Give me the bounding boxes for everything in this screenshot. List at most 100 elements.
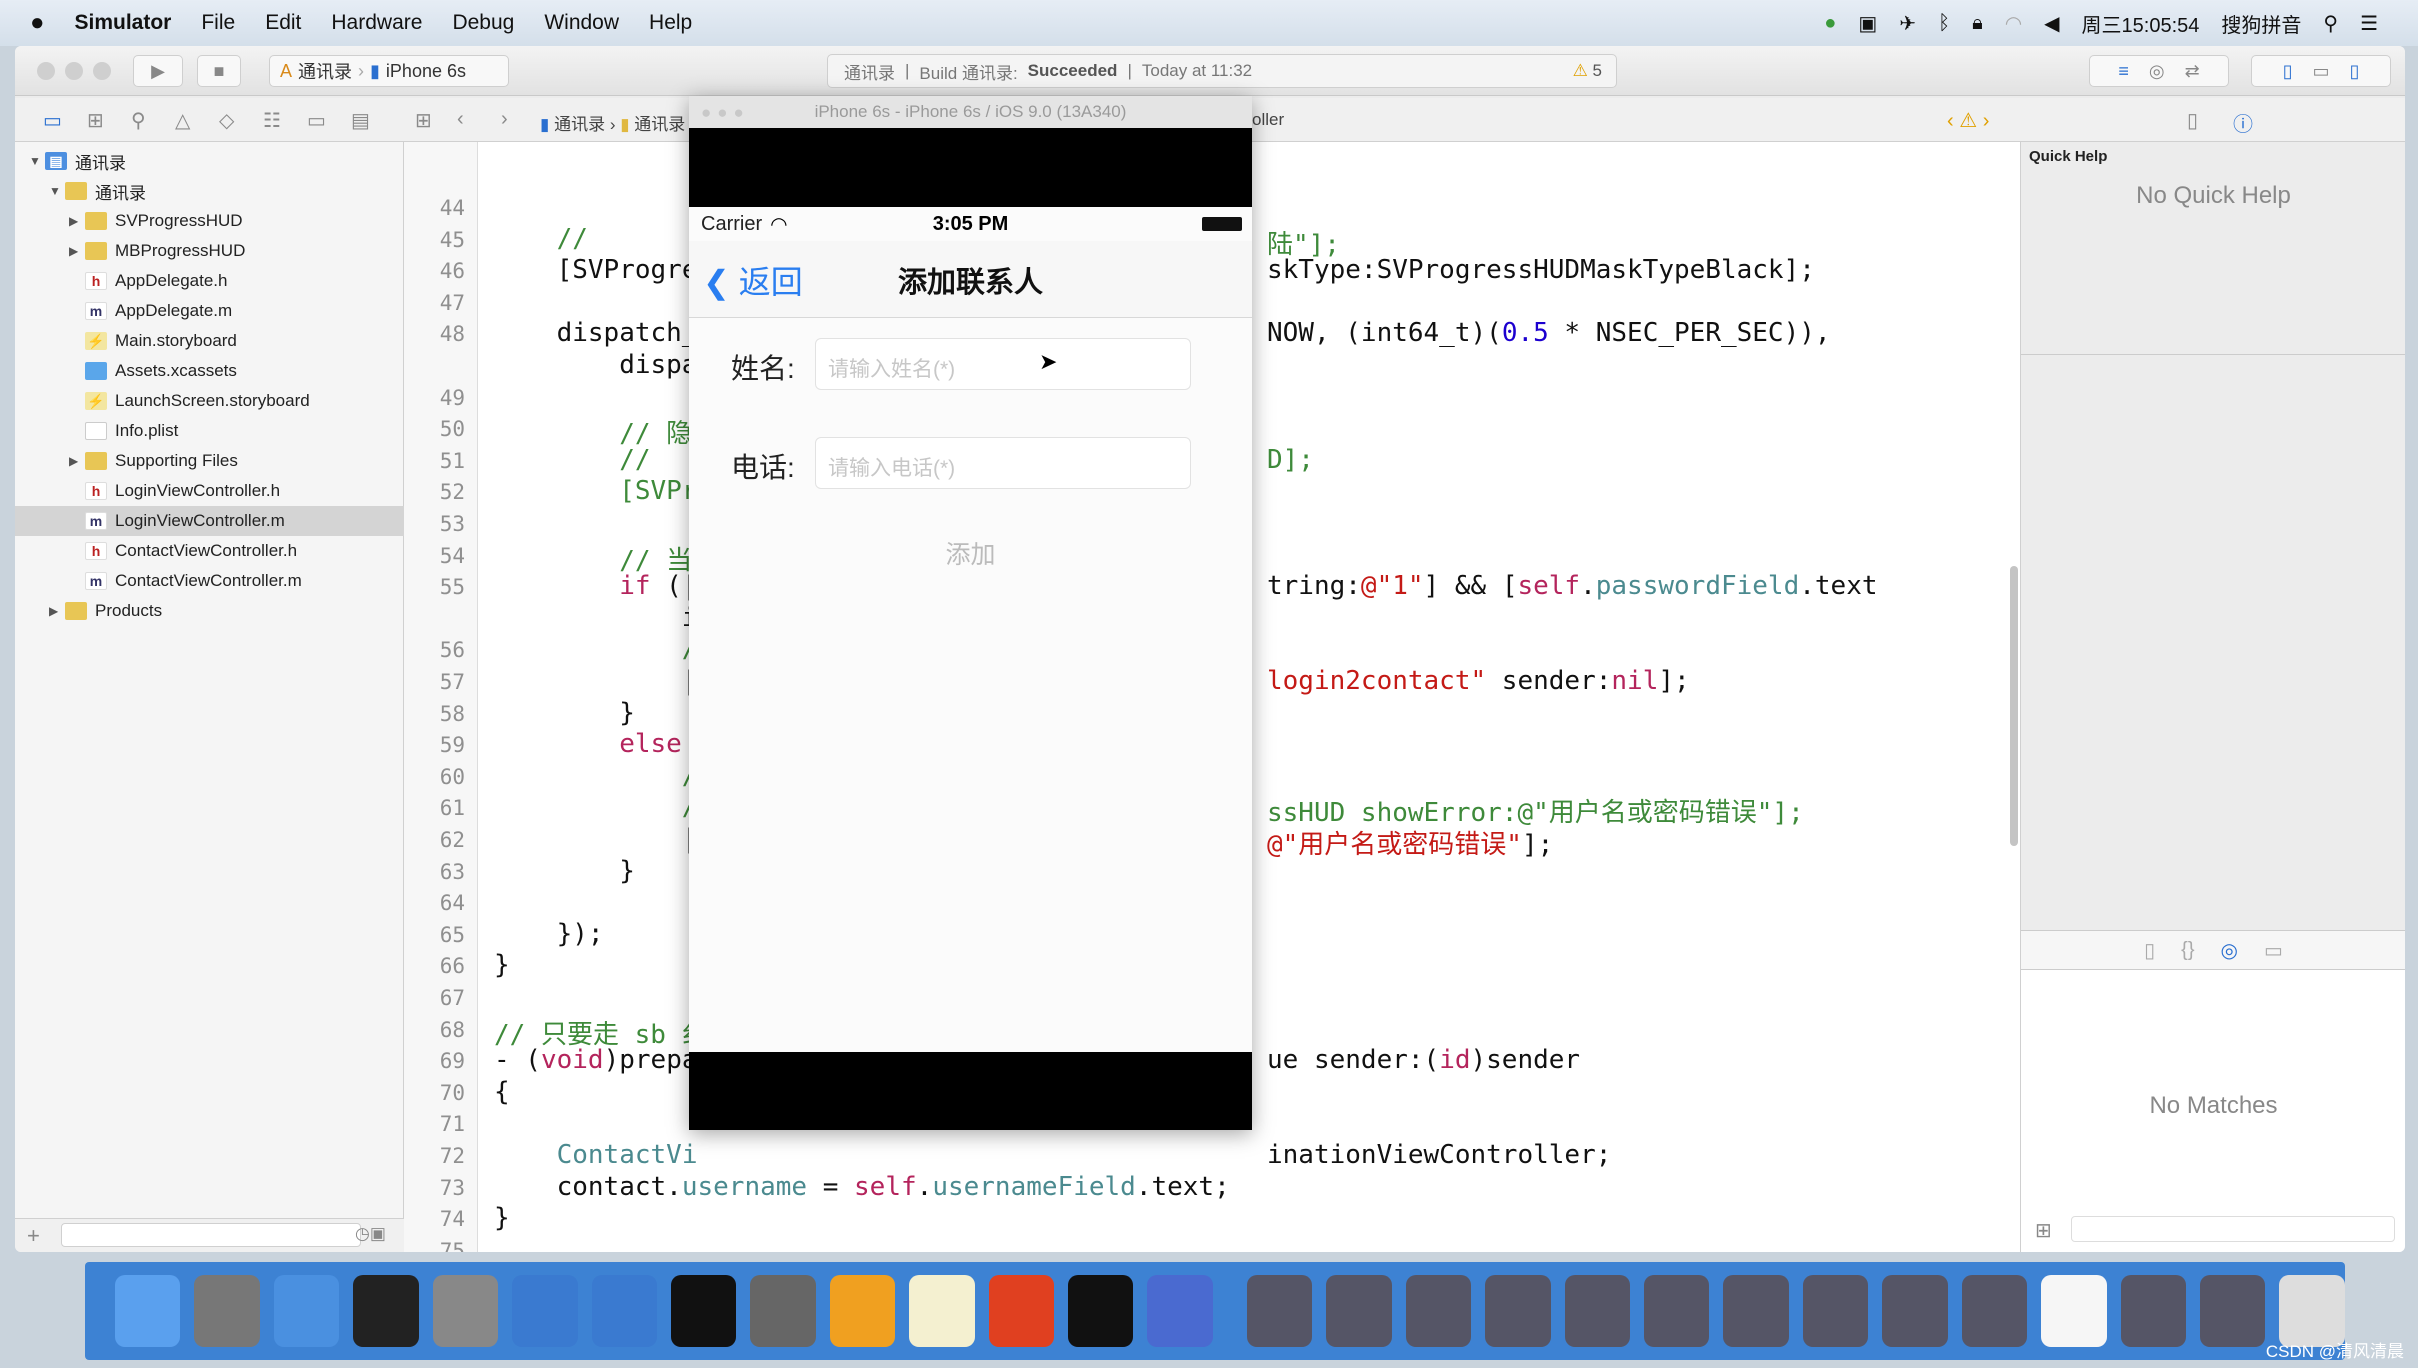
menu-hardware[interactable]: Hardware [331, 11, 422, 35]
dock-document-icon[interactable] [2041, 1275, 2107, 1347]
simulator-window-controls[interactable]: ●●● [701, 103, 750, 123]
menu-edit[interactable]: Edit [265, 11, 301, 35]
report-navigator-icon[interactable]: ▤ [351, 108, 370, 133]
dock-window-8-icon[interactable] [1802, 1275, 1869, 1347]
navigator-item[interactable]: ⚡ LaunchScreen.storyboard [15, 386, 404, 416]
disclosure-triangle-icon[interactable]: ▶ [69, 454, 85, 468]
dock-console-icon[interactable] [1068, 1275, 1134, 1347]
disclosure-triangle-icon[interactable]: ▶ [49, 604, 65, 618]
editor-mode-group[interactable]: ≡ ◎ ⇄ [2089, 55, 2229, 87]
dock-photo-booth-icon[interactable] [432, 1275, 499, 1347]
navigator-item[interactable]: h ContactViewController.h [15, 536, 404, 566]
related-items-icon[interactable]: ⊞ [415, 108, 432, 133]
airplane-icon[interactable]: ✈ [1899, 11, 1916, 36]
assistant-editor-icon[interactable]: ◎ [2149, 61, 2165, 82]
status-app-icon[interactable]: ● [1824, 12, 1836, 35]
disclosure-triangle-icon[interactable]: ▼ [29, 154, 45, 168]
recent-files-icon[interactable]: ◷▣ [355, 1224, 386, 1244]
dock-window-4-icon[interactable] [1485, 1275, 1551, 1347]
dock-safari-icon[interactable] [273, 1275, 340, 1347]
clock[interactable]: 周三15:05:54 [2082, 9, 2200, 38]
zoom-window-button[interactable] [93, 62, 111, 80]
dock-mouse-icon[interactable] [353, 1275, 419, 1347]
back-button[interactable]: ❮ 返回 [703, 257, 803, 303]
disclosure-triangle-icon[interactable]: ▶ [69, 244, 85, 258]
disclosure-triangle-icon[interactable]: ▼ [49, 184, 65, 198]
standard-editor-icon[interactable]: ≡ [2118, 61, 2129, 82]
navigator-item[interactable]: ▼ 通讯录 [15, 176, 404, 206]
add-button[interactable]: 添加 [689, 535, 1252, 571]
toggle-utilities-icon[interactable]: ▯ [2350, 61, 2360, 82]
navigator-item[interactable]: h LoginViewController.h [15, 476, 404, 506]
library-filter-input[interactable] [2071, 1216, 2395, 1242]
jumpbar-file[interactable]: oller [1252, 110, 1284, 130]
forward-icon[interactable]: › [501, 108, 508, 131]
run-button[interactable]: ▶ [133, 55, 183, 87]
scheme-selector[interactable]: A 通讯录 › ▮ iPhone 6s [269, 55, 509, 87]
dock-window-11-icon[interactable] [2120, 1275, 2186, 1347]
menu-window[interactable]: Window [544, 11, 619, 35]
dock-xcode-icon[interactable] [512, 1275, 578, 1347]
grid-view-icon[interactable]: ⊞ [2035, 1218, 2052, 1243]
wifi-icon[interactable]: ◠ [2005, 11, 2022, 36]
menu-help[interactable]: Help [649, 11, 692, 35]
media-library-icon[interactable]: ▭ [2264, 938, 2283, 963]
volume-icon[interactable]: ◀ [2044, 11, 2059, 36]
dock-preview-icon[interactable] [2199, 1275, 2266, 1347]
dock-window-7-icon[interactable] [1723, 1275, 1789, 1347]
editor-scrollbar[interactable] [2010, 566, 2018, 846]
view-toggle-group[interactable]: ▯ ▭ ▯ [2251, 55, 2391, 87]
dock-notes-icon[interactable] [909, 1275, 975, 1347]
issue-navigator-icon[interactable]: △ [175, 108, 190, 133]
issue-warning-icon[interactable]: ‹ ⚠ › [1947, 108, 1989, 133]
navigator-item[interactable]: ⚡ Main.storyboard [15, 326, 404, 356]
spotlight-icon[interactable]: ⚲ [2323, 11, 2338, 36]
menu-file[interactable]: File [201, 11, 235, 35]
navigator-item[interactable]: ▶ MBProgressHUD [15, 236, 404, 266]
navigator-item[interactable]: ▶ Supporting Files [15, 446, 404, 476]
dock-window-9-icon[interactable] [1882, 1275, 1948, 1347]
navigator-filter-input[interactable] [61, 1223, 361, 1247]
navigator-item[interactable]: h AppDelegate.h [15, 266, 404, 296]
menu-debug[interactable]: Debug [452, 11, 514, 35]
symbol-navigator-icon[interactable]: ⊞ [87, 108, 104, 133]
navigator-item[interactable]: m AppDelegate.m [15, 296, 404, 326]
notification-center-icon[interactable]: ☰ [2360, 11, 2378, 36]
quick-help-icon[interactable]: ⓘ [2233, 108, 2253, 137]
disclosure-triangle-icon[interactable]: ▶ [69, 214, 85, 228]
minimize-window-button[interactable] [65, 62, 83, 80]
add-icon[interactable]: + [27, 1223, 40, 1249]
menu-app-simulator[interactable]: Simulator [75, 11, 172, 35]
navigator-item[interactable]: Assets.xcassets [15, 356, 404, 386]
dock-window-1-icon[interactable] [1246, 1275, 1313, 1347]
jumpbar-group[interactable]: 通讯录 [634, 115, 685, 134]
navigator-item[interactable]: ▼ ▤ 通讯录 [15, 146, 404, 176]
version-editor-icon[interactable]: ⇄ [2185, 61, 2200, 82]
dock-terminal-icon[interactable] [670, 1275, 737, 1347]
jumpbar-project[interactable]: 通讯录 [554, 115, 605, 134]
object-library-icon[interactable]: ◎ [2221, 938, 2238, 963]
file-inspector-icon[interactable]: ▯ [2187, 108, 2198, 133]
navigator-item[interactable]: m LoginViewController.m [15, 506, 404, 536]
jumpbar[interactable]: ▮ 通讯录 › ▮ 通讯录 [540, 110, 685, 135]
navigator-item[interactable]: m ContactViewController.m [15, 566, 404, 596]
file-template-library-icon[interactable]: ▯ [2144, 938, 2155, 963]
name-input[interactable]: 请输入姓名(*) [815, 338, 1191, 390]
dock-powerpoint-icon[interactable] [988, 1275, 1055, 1347]
bluetooth-icon[interactable]: ᛒ [1938, 12, 1950, 35]
dock-sketch-icon[interactable] [829, 1275, 896, 1347]
dock-xcode-2-icon[interactable] [591, 1275, 657, 1347]
dock-window-10-icon[interactable] [1961, 1275, 2028, 1347]
dock-finder-icon[interactable] [115, 1275, 181, 1347]
back-icon[interactable]: ‹ [457, 108, 464, 131]
project-navigator-icon[interactable]: ▭ [43, 108, 62, 133]
dock-quicktime-icon[interactable] [1147, 1275, 1213, 1347]
apple-menu-icon[interactable]: ● [30, 9, 45, 37]
screen-record-icon[interactable]: ▣ [1858, 11, 1877, 36]
input-method[interactable]: 搜狗拼音 [2221, 9, 2301, 38]
close-window-button[interactable] [37, 62, 55, 80]
navigator-item[interactable]: ▶ Products [15, 596, 404, 626]
navigator-item[interactable]: ▶ SVProgressHUD [15, 206, 404, 236]
dock-window-5-icon[interactable] [1564, 1275, 1631, 1347]
breakpoint-navigator-icon[interactable]: ▭ [307, 108, 326, 133]
